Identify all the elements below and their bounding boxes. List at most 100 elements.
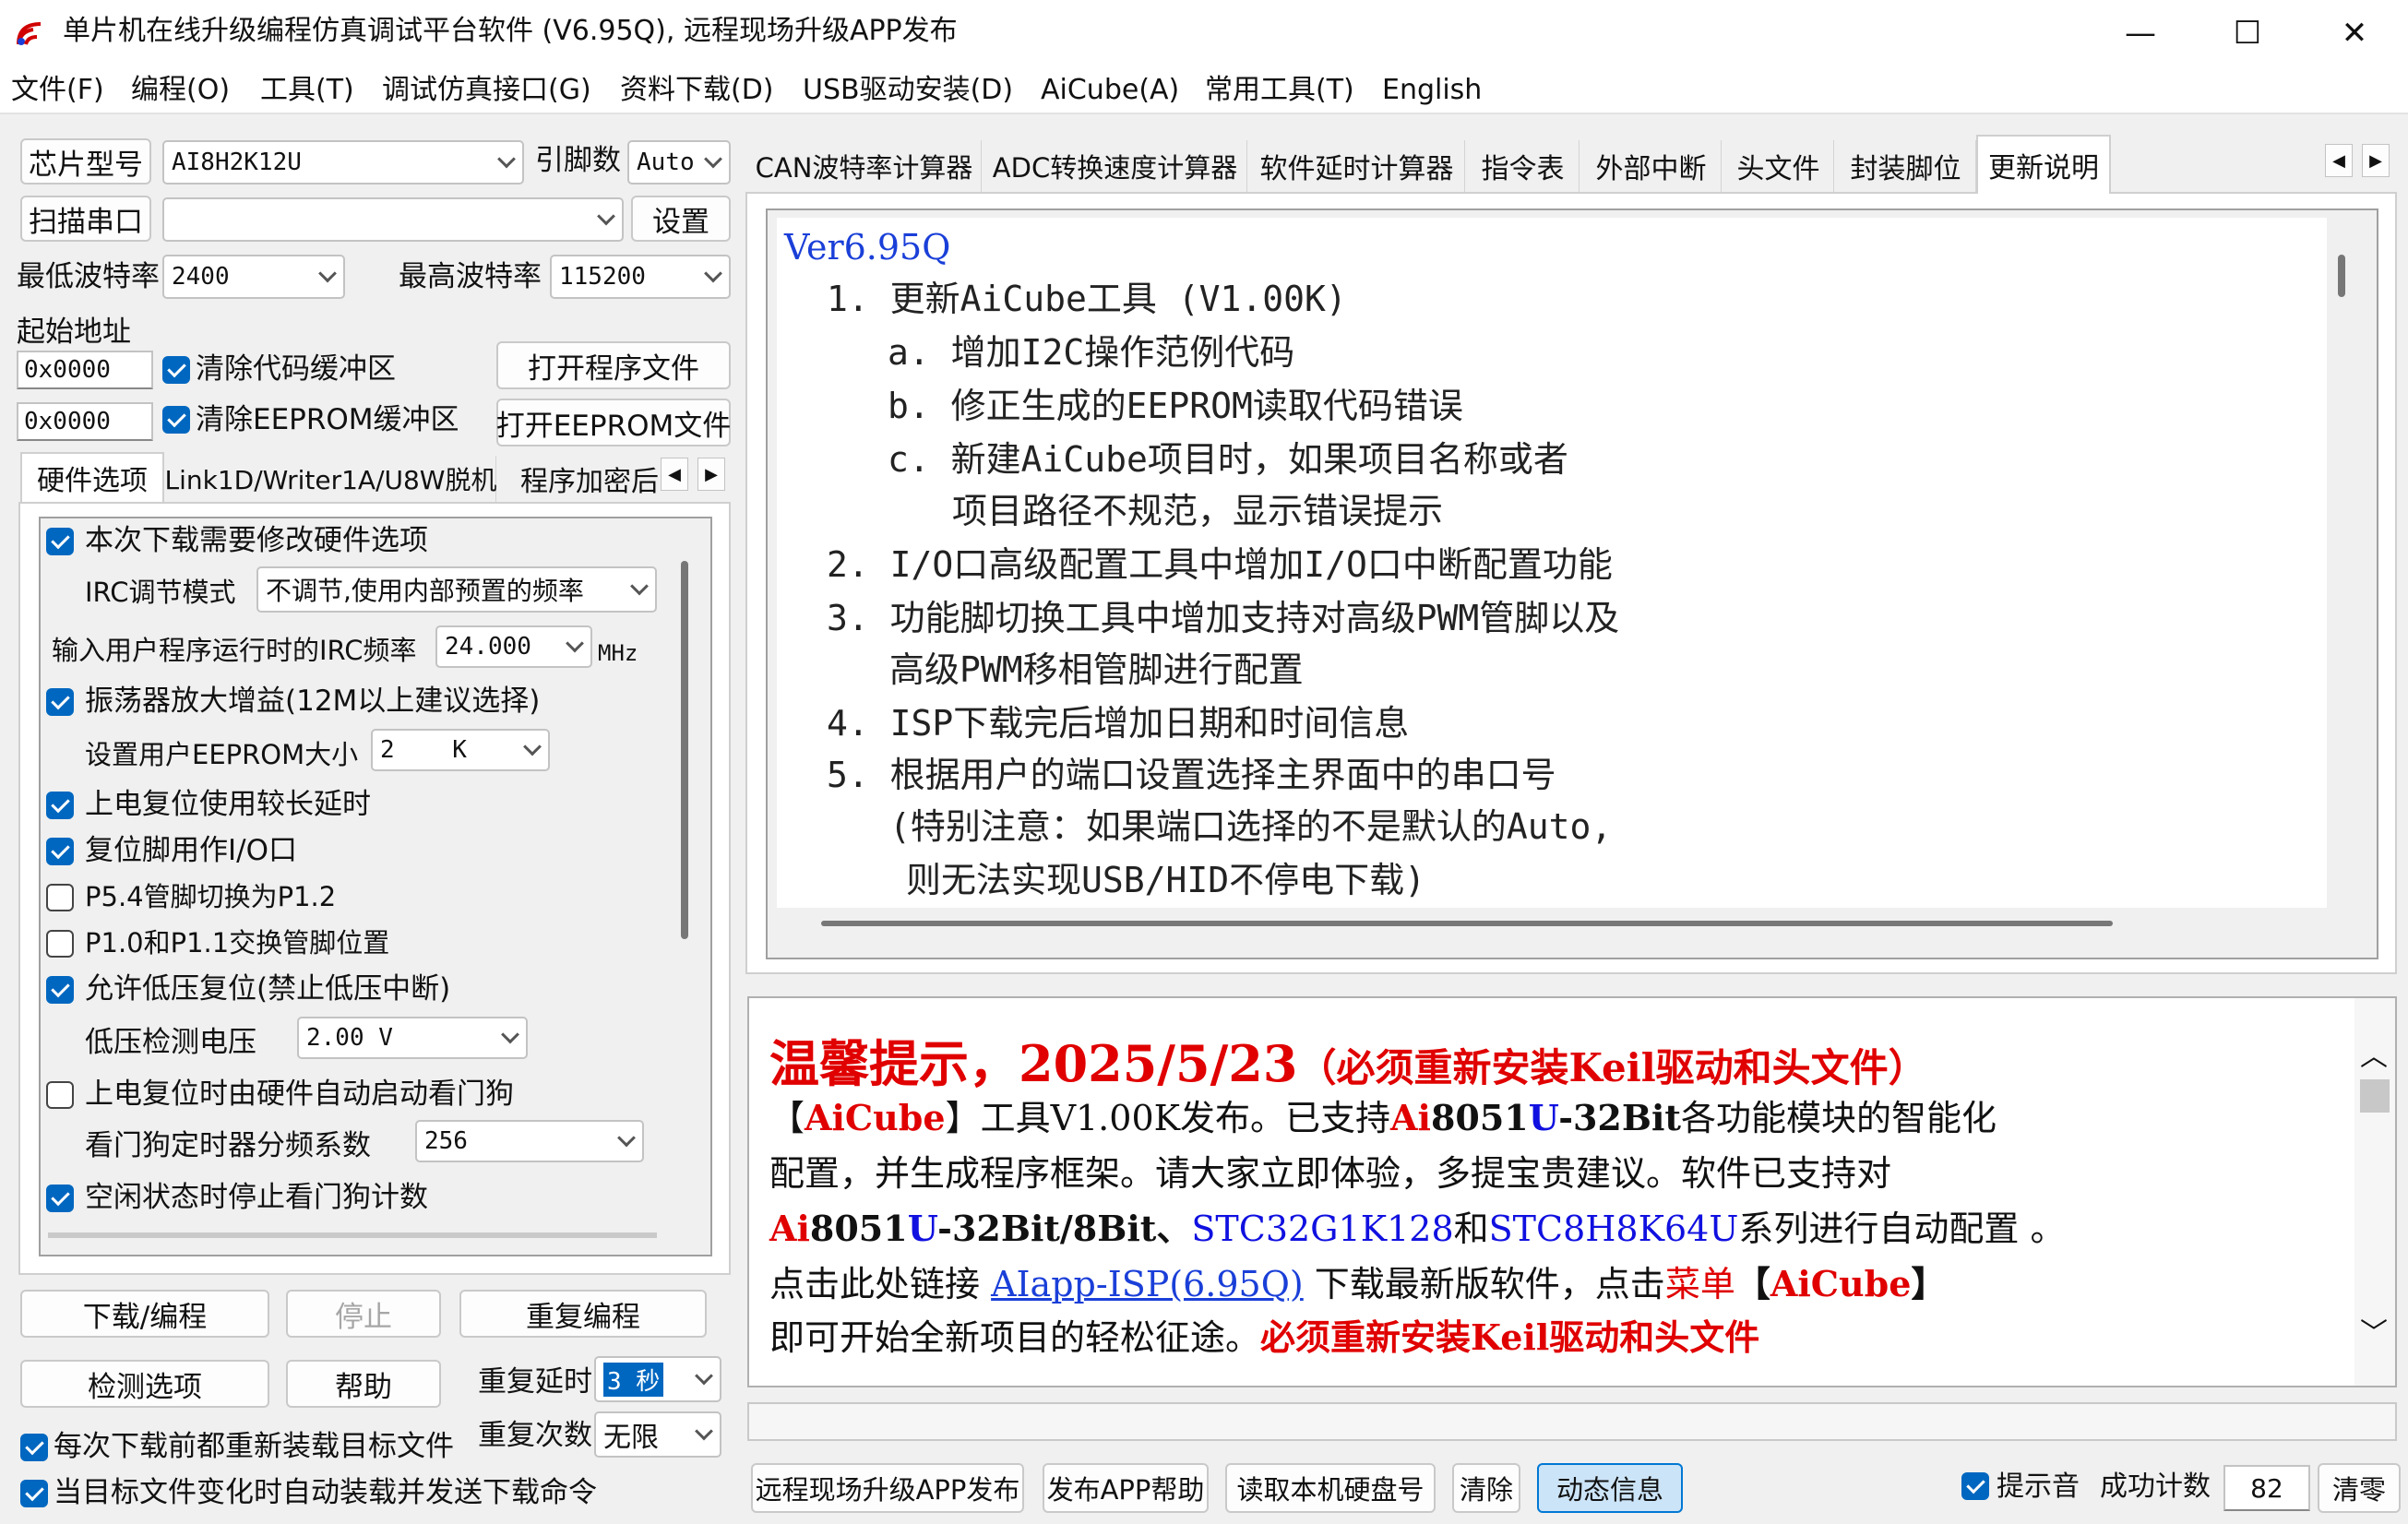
maximize-button[interactable]: ☐ [2194, 0, 2301, 66]
p54-switch-checkbox[interactable] [46, 884, 74, 911]
tab-adc-speed-calculator[interactable]: ADC转换速度计算器 [983, 140, 1247, 192]
tip-stc8h: STC8H8K64U [1488, 1208, 1739, 1249]
max-baud-label: 最高波特率 [399, 260, 542, 293]
tab-can-baud-calculator[interactable]: CAN波特率计算器 [747, 140, 982, 192]
min-baud-select[interactable]: 2400 [162, 255, 345, 299]
tab-instruction-table[interactable]: 指令表 [1467, 140, 1580, 192]
notes-line: c. 新建AiCube项目时，如果项目名称或者 [888, 439, 1568, 480]
scroll-down-icon[interactable]: ﹀ [2360, 1310, 2388, 1351]
menu-debug[interactable]: 调试仿真接口(G) [382, 72, 591, 109]
tip-u: U [1528, 1097, 1559, 1138]
oscillator-gain-checkbox[interactable] [46, 688, 74, 716]
settings-button[interactable]: 设置 [631, 196, 731, 242]
chip-model-select[interactable]: AI8H2K12U [162, 140, 524, 185]
repeat-delay-select[interactable]: 3 秒 [594, 1356, 721, 1402]
pin-count-label: 引脚数 [535, 144, 621, 177]
pin-count-select[interactable]: Auto [627, 140, 731, 185]
stop-button[interactable]: 停止 [286, 1290, 441, 1338]
por-delay-checkbox[interactable] [46, 792, 74, 819]
watchdog-idle-stop-label: 空闲状态时停止看门狗计数 [85, 1181, 428, 1214]
read-disk-id-button[interactable]: 读取本机硬盘号 [1225, 1463, 1436, 1513]
notes-line: 1. 更新AiCube工具 (V1.00K) [827, 279, 1347, 319]
tab-package-pins[interactable]: 封装脚位 [1836, 140, 1976, 192]
clear-eeprom-buffer-label: 清除EEPROM缓冲区 [196, 403, 459, 436]
tip-text: 【 [769, 1098, 805, 1138]
hw-hscrollbar[interactable] [48, 1232, 657, 1238]
notes-line: 2. I/O口高级配置工具中增加I/O口中断配置功能 [827, 544, 1613, 585]
low-voltage-reset-checkbox[interactable] [46, 976, 74, 1004]
notes-version: Ver6.95Q [784, 227, 951, 268]
hw-scrollbar-thumb[interactable] [681, 561, 688, 939]
eeprom-start-address-input[interactable]: 0x0000 [17, 402, 153, 441]
open-program-file-button[interactable]: 打开程序文件 [496, 341, 731, 389]
menu-aicube[interactable]: AiCube(A) [1041, 72, 1179, 109]
modify-hardware-options-checkbox[interactable] [46, 528, 74, 555]
remote-publish-button[interactable]: 远程现场升级APP发布 [751, 1463, 1024, 1513]
tab-external-interrupt[interactable]: 外部中断 [1581, 140, 1722, 192]
tip-ai: Ai [1390, 1097, 1431, 1138]
tab-encryption[interactable]: 程序加密后 [498, 456, 661, 502]
watchdog-divider-select[interactable]: 256 [415, 1120, 644, 1162]
chevron-down-icon [630, 577, 649, 596]
tab-hardware-options[interactable]: 硬件选项 [20, 452, 164, 502]
watchdog-auto-start-label: 上电复位时由硬件自动启动看门狗 [85, 1078, 514, 1111]
port-select[interactable] [162, 197, 624, 242]
menu-common-tools[interactable]: 常用工具(T) [1205, 72, 1354, 109]
help-button[interactable]: 帮助 [286, 1360, 441, 1408]
close-button[interactable]: ✕ [2301, 0, 2408, 66]
announcement-line-3: Ai8051U-32Bit/8Bit、STC32G1K128和STC8H8K64… [769, 1205, 2065, 1253]
tab-scroll-right-icon[interactable]: ▶ [697, 458, 725, 491]
announcement-scroll-thumb[interactable] [2360, 1079, 2390, 1113]
publish-help-button[interactable]: 发布APP帮助 [1043, 1463, 1209, 1513]
tab-scroll-left-icon[interactable]: ◀ [661, 458, 688, 491]
notes-hscrollbar-thumb[interactable] [821, 921, 2113, 926]
menu-program[interactable]: 编程(O) [131, 72, 230, 109]
notes-line: 4. ISP下载完后增加日期和时间信息 [827, 703, 1410, 744]
menu-usb-driver[interactable]: USB驱动安装(D) [803, 72, 1013, 109]
tab-release-notes[interactable]: 更新说明 [1976, 135, 2111, 194]
reset-count-button[interactable]: 清零 [2318, 1463, 2401, 1513]
eeprom-size-select[interactable]: 2 K [371, 729, 550, 771]
menu-download[interactable]: 资料下载(D) [620, 72, 774, 109]
tip-bracket: 【 [1734, 1263, 1770, 1304]
tab-delay-calculator[interactable]: 软件延时计算器 [1249, 140, 1465, 192]
irc-mode-select[interactable]: 不调节,使用内部预置的频率 [256, 566, 657, 613]
repeat-count-select[interactable]: 无限 [594, 1411, 721, 1458]
scroll-up-icon[interactable]: ︿ [2360, 1033, 2388, 1074]
open-eeprom-file-button[interactable]: 打开EEPROM文件 [496, 399, 731, 446]
reload-target-checkbox[interactable] [20, 1434, 48, 1461]
auto-send-checkbox[interactable] [20, 1480, 48, 1507]
min-baud-value: 2400 [172, 263, 230, 291]
menu-tools[interactable]: 工具(T) [260, 72, 354, 109]
minimize-button[interactable]: — [2087, 0, 2194, 66]
chevron-down-icon [695, 1422, 713, 1441]
reset-pin-io-checkbox[interactable] [46, 838, 74, 865]
sound-checkbox[interactable] [1961, 1472, 1989, 1500]
watchdog-auto-start-checkbox[interactable] [46, 1081, 74, 1109]
chip-model-button[interactable]: 芯片型号 [20, 138, 151, 185]
clear-code-buffer-checkbox[interactable] [162, 356, 190, 384]
repeat-program-button[interactable]: 重复编程 [459, 1290, 707, 1338]
menu-file[interactable]: 文件(F) [11, 72, 104, 109]
watchdog-idle-stop-checkbox[interactable] [46, 1185, 74, 1212]
clear-button[interactable]: 清除 [1452, 1463, 1520, 1513]
scan-port-button[interactable]: 扫描串口 [20, 196, 151, 242]
clear-eeprom-buffer-checkbox[interactable] [162, 406, 190, 434]
dynamic-info-button[interactable]: 动态信息 [1537, 1463, 1683, 1513]
menu-english[interactable]: English [1382, 72, 1482, 109]
irc-frequency-select[interactable]: 24.000 [435, 625, 592, 668]
p10-swap-checkbox[interactable] [46, 930, 74, 958]
notes-vscrollbar-thumb[interactable] [2338, 255, 2345, 297]
title-bar: 单片机在线升级编程仿真调试平台软件 (V6.95Q), 远程现场升级APP发布 … [0, 0, 2408, 66]
check-options-button[interactable]: 检测选项 [20, 1360, 269, 1408]
tip-aicube: AiCube [1770, 1263, 1912, 1304]
download-link[interactable]: AIapp-ISP(6.95Q) [991, 1264, 1304, 1304]
tab-offline-writer[interactable]: Link1D/Writer1A/U8W脱机 [165, 456, 497, 502]
right-tab-scroll-left-icon[interactable]: ◀ [2325, 144, 2353, 177]
lvd-voltage-select[interactable]: 2.00 V [297, 1017, 528, 1059]
max-baud-select[interactable]: 115200 [550, 255, 731, 299]
code-start-address-input[interactable]: 0x0000 [17, 351, 153, 389]
tab-header-files[interactable]: 头文件 [1723, 140, 1834, 192]
right-tab-scroll-right-icon[interactable]: ▶ [2362, 144, 2390, 177]
download-program-button[interactable]: 下载/编程 [20, 1290, 269, 1338]
